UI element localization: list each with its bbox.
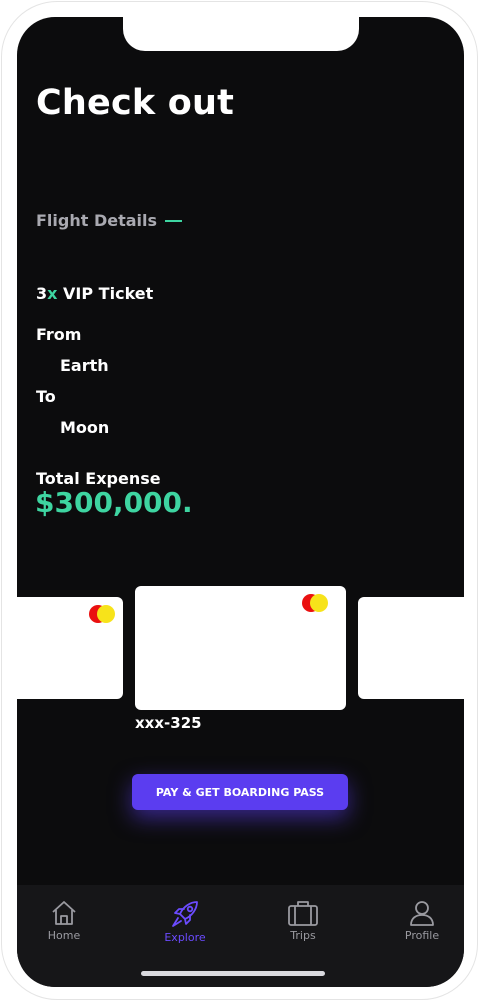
card-number: xxx-325 xyxy=(135,714,202,732)
from-value: Earth xyxy=(60,356,109,375)
from-label: From xyxy=(36,325,82,344)
ticket-label: VIP Ticket xyxy=(63,284,154,303)
payment-card-left[interactable] xyxy=(17,597,123,699)
to-value: Moon xyxy=(60,418,110,437)
flight-details-heading: Flight Details xyxy=(36,211,183,230)
tab-explore-label: Explore xyxy=(164,931,206,944)
user-icon xyxy=(410,901,434,926)
payment-card-right[interactable] xyxy=(358,597,464,699)
page-title: Check out xyxy=(36,83,235,123)
section-label: Flight Details xyxy=(36,211,158,230)
app-screen: Check out Flight Details 3x VIP Ticket F… xyxy=(17,17,464,987)
ticket-multiplier: x xyxy=(47,284,58,303)
rocket-icon xyxy=(172,901,198,927)
payment-card-selected[interactable] xyxy=(135,586,346,710)
ticket-quantity: 3 xyxy=(36,284,48,303)
tab-trips[interactable]: Trips xyxy=(258,899,348,942)
tab-home[interactable]: Home xyxy=(19,899,109,942)
tab-profile-label: Profile xyxy=(404,929,440,942)
pay-boarding-pass-button[interactable]: PAY & GET BOARDING PASS xyxy=(132,774,348,810)
tab-home-label: Home xyxy=(47,929,81,942)
total-expense-amount: $300,000. xyxy=(35,486,193,519)
section-dash xyxy=(165,219,183,222)
tab-explore[interactable]: Explore xyxy=(140,899,230,944)
tab-profile[interactable]: Profile xyxy=(377,899,464,942)
suitcase-icon xyxy=(288,901,318,926)
mastercard-icon xyxy=(89,605,115,623)
notch xyxy=(123,17,359,51)
to-label: To xyxy=(36,387,56,406)
mastercard-icon xyxy=(302,594,328,612)
tab-trips-label: Trips xyxy=(290,929,316,942)
home-indicator xyxy=(141,971,325,976)
ticket-summary: 3x VIP Ticket xyxy=(36,284,153,303)
phone-frame: Check out Flight Details 3x VIP Ticket F… xyxy=(0,0,481,1003)
home-icon xyxy=(52,901,76,925)
